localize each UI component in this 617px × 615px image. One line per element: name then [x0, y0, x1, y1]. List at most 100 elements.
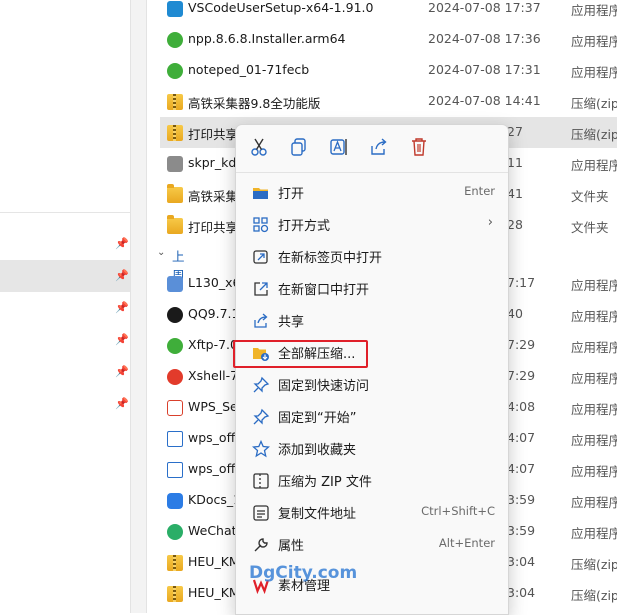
share-icon[interactable]: [368, 136, 390, 158]
file-row[interactable]: npp.8.6.8.Installer.arm64 2024-07-08 17:…: [160, 24, 617, 55]
file-type: 压缩(zip: [571, 557, 617, 572]
menu-item-share[interactable]: 共享: [241, 305, 503, 335]
file-date: 11: [507, 155, 523, 170]
menu-item-label: 固定到快速访问: [278, 379, 370, 394]
rename-icon[interactable]: [328, 136, 350, 158]
file-date: 3:04: [507, 585, 536, 600]
vscode-icon: [167, 1, 183, 17]
delete-icon[interactable]: [408, 136, 430, 158]
menu-item-pin-quick-access[interactable]: 固定到快速访问: [241, 369, 503, 399]
file-date: 4:07: [507, 461, 536, 476]
pin-icon: 📌: [115, 269, 129, 282]
menu-item-add-favorites[interactable]: 添加到收藏夹: [241, 433, 503, 463]
file-type: 压缩(zip: [571, 96, 617, 111]
file-type: 文件夹: [571, 189, 609, 204]
watermark: DgCity.com: [249, 563, 358, 583]
menu-item-shortcut: Enter: [464, 184, 495, 198]
file-row[interactable]: noteped_01-71fecb 2024-07-08 17:31 应用程序: [160, 55, 617, 86]
file-name: wps_offi: [188, 430, 239, 445]
file-type: 应用程序: [571, 464, 617, 479]
pin-start-icon: [252, 408, 270, 426]
zip-compress-icon: [252, 472, 270, 490]
file-date: 41: [507, 186, 523, 201]
menu-item-label: 复制文件地址: [278, 507, 357, 522]
file-date: 27: [507, 124, 523, 139]
menu-item-label: 打开方式: [278, 219, 331, 234]
file-name: 打印共享: [188, 220, 239, 235]
pin-icon: 📌: [115, 333, 129, 346]
copy-icon[interactable]: [288, 136, 310, 158]
file-type: 应用程序: [571, 402, 617, 417]
open-with-icon: [252, 216, 270, 234]
pin-icon: 📌: [115, 365, 129, 378]
file-date: 2024-07-08 17:37: [428, 0, 541, 15]
file-name: WeChat: [188, 523, 237, 538]
file-name: HEU_KM: [188, 554, 240, 569]
wechat-icon: [167, 524, 183, 540]
menu-item-label: 共享: [278, 315, 305, 330]
quick-actions-bar: [236, 125, 508, 169]
menu-item-label: 添加到收藏夹: [278, 443, 357, 458]
file-type: 压缩(zip: [571, 127, 617, 142]
file-type: 文件夹: [571, 220, 609, 235]
file-type: 应用程序: [571, 278, 617, 293]
qq-icon: [167, 307, 183, 323]
menu-item-label: 固定到“开始”: [278, 411, 357, 426]
menu-item-copy-path[interactable]: 复制文件地址 Ctrl+Shift+C: [241, 497, 503, 527]
file-type: 应用程序: [571, 65, 617, 80]
file-type: 应用程序: [571, 371, 617, 386]
pin-icon: [252, 376, 270, 394]
file-date: 3:59: [507, 523, 536, 538]
star-icon: [251, 439, 271, 458]
wps-doc-icon: [167, 462, 183, 478]
file-type: 应用程序: [571, 495, 617, 510]
menu-item-open-new-window[interactable]: 在新窗口中打开: [241, 273, 503, 303]
menu-item-label: 在新窗口中打开: [278, 283, 370, 298]
folder-open-icon: [252, 184, 270, 202]
menu-item-pin-start[interactable]: 固定到“开始”: [241, 401, 503, 431]
pin-icon: 📌: [115, 237, 129, 250]
new-tab-icon: [252, 248, 270, 266]
file-name: L130_x6: [188, 275, 241, 290]
menu-item-open-with[interactable]: 打开方式 ›: [241, 209, 503, 239]
menu-item-open-new-tab[interactable]: 在新标签页中打开: [241, 241, 503, 271]
file-name: VSCodeUserSetup-x64-1.91.0: [188, 0, 374, 15]
pin-icon: 📌: [115, 301, 129, 314]
new-window-icon: [252, 280, 270, 298]
xshell-icon: [167, 369, 183, 385]
nav-scrollbar[interactable]: [130, 0, 147, 613]
file-name: 高铁采集器9.8全功能版: [188, 96, 321, 111]
file-date: 7:17: [507, 275, 536, 290]
menu-item-compress-zip[interactable]: 压缩为 ZIP 文件: [241, 465, 503, 495]
nav-selected-item[interactable]: [0, 260, 130, 292]
app-icon: [167, 156, 183, 172]
file-type: 应用程序: [571, 3, 617, 18]
chevron-down-icon: ⌄: [157, 247, 166, 258]
folder-icon: [167, 215, 183, 234]
file-name: wps_offi: [188, 461, 239, 476]
cut-icon[interactable]: [248, 136, 270, 158]
file-date: 2024-07-08 17:36: [428, 31, 541, 46]
file-date: 40: [507, 306, 523, 321]
copy-path-icon: [252, 504, 270, 522]
notepadpp-icon: [167, 32, 183, 48]
file-date: 7:29: [507, 368, 536, 383]
chevron-right-icon: ›: [487, 215, 493, 230]
menu-item-open[interactable]: 打开 Enter: [241, 177, 503, 207]
menu-item-shortcut: Alt+Enter: [438, 536, 495, 550]
menu-item-label: 属性: [278, 539, 305, 554]
file-type: 应用程序: [571, 309, 617, 324]
file-name: Xftp-7.0: [188, 337, 238, 352]
highlight-annotation: [233, 340, 368, 368]
file-type: 应用程序: [571, 34, 617, 49]
file-name: 打印共享: [188, 127, 239, 142]
menu-item-label: 压缩为 ZIP 文件: [278, 475, 372, 490]
context-menu: 打开 Enter 打开方式 › 在新标签页中打开 在新窗口中打开 共享 全部解压…: [235, 124, 509, 615]
menu-item-properties[interactable]: 属性 Alt+Enter: [241, 529, 503, 559]
menu-item-label: 打开: [278, 187, 305, 202]
zip-icon: [167, 94, 183, 110]
zip-icon: [167, 125, 183, 141]
file-row[interactable]: 高铁采集器9.8全功能版 2024-07-08 14:41 压缩(zip: [160, 86, 617, 117]
file-row[interactable]: VSCodeUserSetup-x64-1.91.0 2024-07-08 17…: [160, 0, 617, 24]
file-date: 7:29: [507, 337, 536, 352]
